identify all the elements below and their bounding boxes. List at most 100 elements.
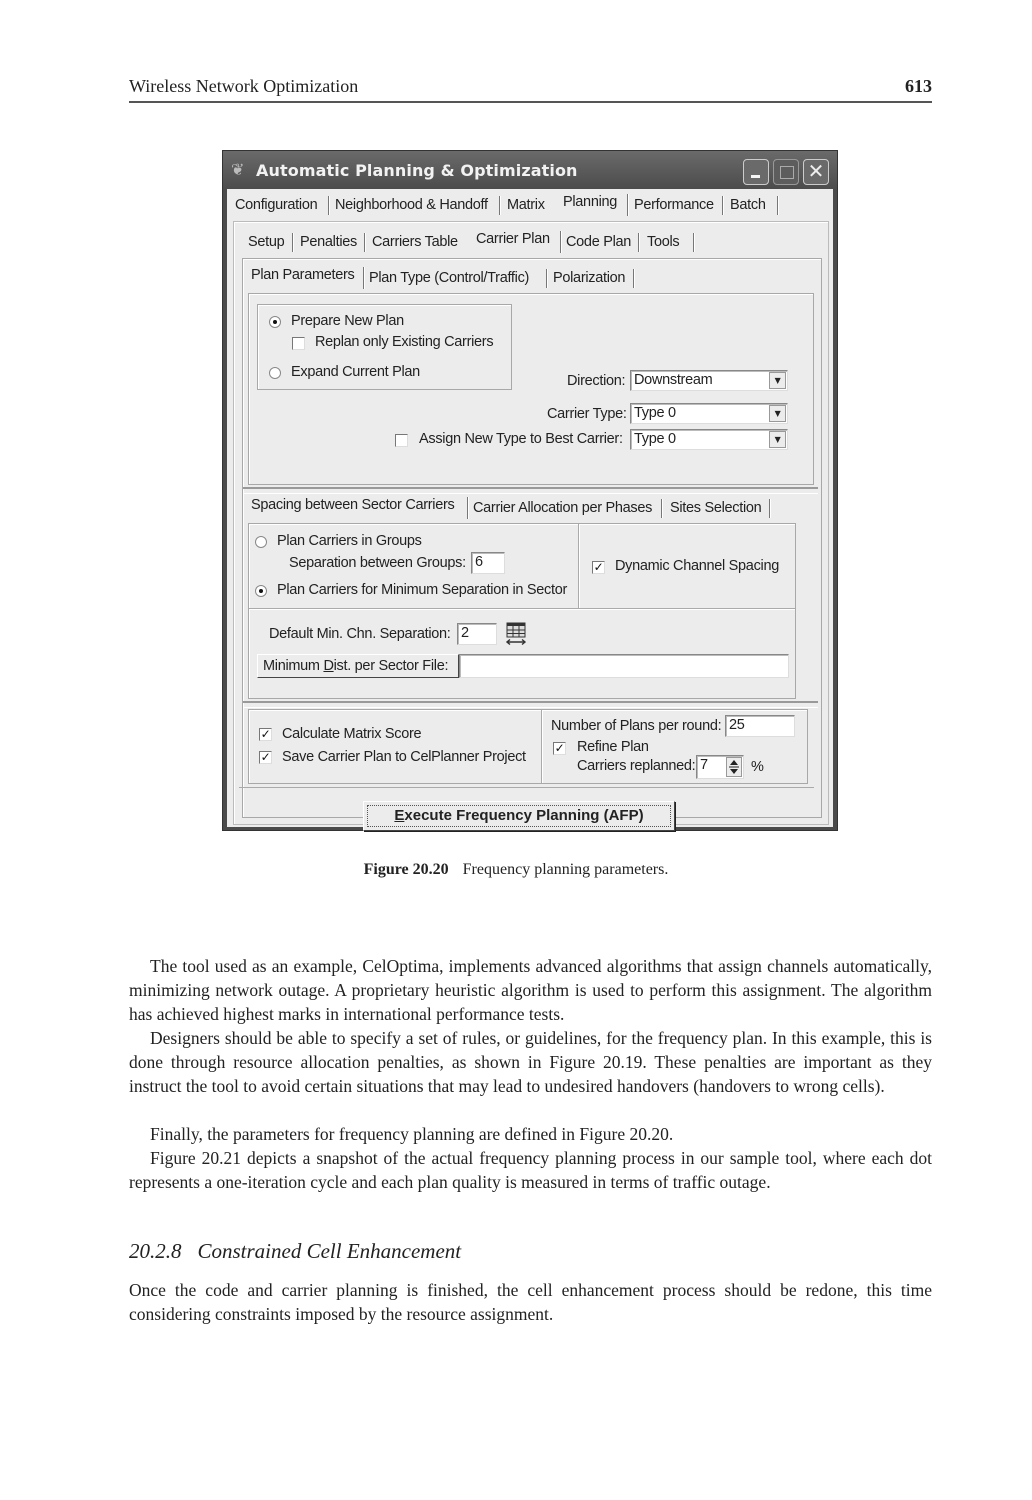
section-number: 20.2.8 — [129, 1239, 182, 1263]
tab-divider — [722, 196, 724, 215]
plan-min-separation-radio[interactable] — [255, 585, 267, 597]
dropdown-arrow-icon[interactable]: ▼ — [769, 372, 786, 389]
carriers-replanned-spinner[interactable]: 7 — [696, 755, 744, 779]
carrier-plan-page: Plan Parameters Plan Type (Control/Traff… — [239, 258, 822, 831]
tab-divider — [328, 196, 330, 215]
subtab-carrier-plan[interactable]: Carrier Plan — [476, 231, 550, 247]
tab-spacing-sector-carriers[interactable]: Spacing between Sector Carriers — [251, 497, 455, 513]
channel-table-icon[interactable] — [505, 622, 527, 646]
assign-new-type-value: Type 0 — [634, 431, 676, 447]
plans-per-round-label: Number of Plans per round: — [551, 718, 722, 734]
dropdown-arrow-icon[interactable]: ▼ — [769, 405, 786, 422]
carrier-type-label: Carrier Type: — [547, 406, 627, 422]
assign-new-type-label: Assign New Type to Best Carrier: — [419, 431, 623, 447]
dynamic-channel-spacing-label: Dynamic Channel Spacing — [615, 558, 779, 574]
minimize-button[interactable] — [743, 159, 769, 185]
carriers-replanned-value: 7 — [700, 757, 708, 773]
execute-frequency-planning-button[interactable]: Execute Frequency Planning (AFP) — [363, 801, 675, 831]
tab-divider — [627, 194, 629, 216]
plans-per-round-input[interactable]: 25 — [725, 715, 795, 737]
tab-planning[interactable]: Planning — [563, 194, 617, 210]
tab-divider — [661, 499, 663, 518]
tab-divider — [769, 499, 771, 518]
min-dist-file-button[interactable]: Minimum Dist. per Sector File: — [257, 654, 459, 678]
separation-groups-input[interactable]: 6 — [471, 552, 505, 574]
plan-mode-group: Prepare New Plan Replan only Existing Ca… — [257, 304, 512, 390]
save-carrier-plan-checkbox[interactable]: ✓ — [259, 751, 272, 764]
direction-value: Downstream — [634, 372, 713, 388]
default-min-separation-input[interactable]: 2 — [457, 623, 497, 645]
tab-divider — [499, 196, 501, 215]
horizontal-divider — [249, 608, 795, 610]
min-dist-file-input[interactable] — [459, 654, 789, 678]
assign-new-type-select[interactable]: Type 0 ▼ — [630, 429, 788, 450]
figure-label: Figure 20.20 — [363, 861, 449, 878]
subtab-carriers-table[interactable]: Carriers Table — [372, 234, 458, 250]
carriers-replanned-label: Carriers replanned: — [577, 758, 696, 774]
header-rule — [129, 101, 932, 103]
tab-plan-parameters[interactable]: Plan Parameters — [251, 267, 355, 283]
refine-plan-label: Refine Plan — [577, 739, 649, 755]
min-dist-file-label: Minimum Dist. per Sector File: — [263, 658, 449, 674]
replan-existing-checkbox[interactable] — [292, 337, 305, 350]
tab-sites-selection[interactable]: Sites Selection — [670, 500, 762, 516]
subtab-penalties[interactable]: Penalties — [300, 234, 357, 250]
section-heading: 20.2.8 Constrained Cell Enhancement — [129, 1239, 461, 1264]
direction-label: Direction: — [567, 373, 626, 389]
minimize-icon — [751, 175, 760, 178]
tab-polarization[interactable]: Polarization — [553, 270, 625, 286]
page-number: 613 — [905, 76, 932, 96]
expand-current-plan-radio[interactable] — [269, 367, 281, 379]
dropdown-arrow-icon[interactable]: ▼ — [769, 431, 786, 448]
subtab-tools[interactable]: Tools — [647, 234, 680, 250]
tab-divider — [363, 267, 365, 289]
plan-parameters-panel: Prepare New Plan Replan only Existing Ca… — [248, 293, 814, 485]
tab-neighborhood-handoff[interactable]: Neighborhood & Handoff — [335, 197, 488, 213]
maximize-button[interactable] — [773, 159, 799, 185]
tab-divider — [364, 233, 366, 252]
main-tab-strip: Configuration Neighborhood & Handoff Mat… — [227, 189, 833, 221]
assign-new-type-checkbox[interactable] — [395, 434, 408, 447]
tab-divider — [693, 233, 695, 252]
figure-caption-text: Frequency planning parameters. — [462, 861, 669, 878]
tab-plan-type[interactable]: Plan Type (Control/Traffic) — [369, 270, 529, 286]
dialog-client-area: Configuration Neighborhood & Handoff Mat… — [227, 189, 833, 831]
window-title: Automatic Planning & Optimization — [256, 161, 578, 180]
separation-groups-label: Separation between Groups: — [289, 555, 466, 571]
spacing-panel: Plan Carriers in Groups Separation betwe… — [248, 523, 796, 699]
spinner-updown-icon[interactable] — [726, 757, 742, 777]
tab-divider — [467, 497, 469, 519]
subtab-setup[interactable]: Setup — [248, 234, 285, 250]
separation-groups-value: 6 — [475, 554, 483, 570]
tab-carrier-allocation-phases[interactable]: Carrier Allocation per Phases — [473, 500, 652, 516]
dynamic-channel-spacing-checkbox[interactable]: ✓ — [592, 561, 605, 574]
tab-divider — [633, 269, 635, 288]
planning-tab-page: Setup Penalties Carriers Table Carrier P… — [233, 221, 829, 831]
tab-divider — [777, 196, 779, 215]
body-paragraph: Designers should be able to specify a se… — [129, 1028, 932, 1096]
body-paragraph: Finally, the parameters for frequency pl… — [150, 1124, 674, 1144]
plan-in-groups-radio[interactable] — [255, 536, 267, 548]
tab-configuration[interactable]: Configuration — [235, 197, 318, 213]
prepare-new-plan-radio[interactable] — [269, 316, 281, 328]
section-title: Constrained Cell Enhancement — [197, 1239, 462, 1263]
calculate-matrix-score-label: Calculate Matrix Score — [282, 726, 422, 742]
calculate-matrix-score-checkbox[interactable]: ✓ — [259, 728, 272, 741]
tab-divider — [292, 233, 294, 252]
tab-divider — [546, 269, 548, 288]
tab-matrix[interactable]: Matrix — [507, 197, 545, 213]
tab-performance[interactable]: Performance — [634, 197, 714, 213]
direction-select[interactable]: Downstream ▼ — [630, 370, 788, 391]
planning-dialog-window: ❦ Automatic Planning & Optimization ✕ Co… — [222, 150, 838, 831]
refine-plan-checkbox[interactable]: ✓ — [553, 742, 566, 755]
carrier-type-value: Type 0 — [634, 405, 676, 421]
figure-caption: Figure 20.20 Frequency planning parameter… — [0, 861, 1032, 879]
tab-batch[interactable]: Batch — [730, 197, 766, 213]
section-divider — [243, 701, 818, 708]
close-button[interactable]: ✕ — [803, 159, 829, 185]
carrier-type-select[interactable]: Type 0 ▼ — [630, 403, 788, 424]
subtab-code-plan[interactable]: Code Plan — [566, 234, 631, 250]
title-bar[interactable]: ❦ Automatic Planning & Optimization ✕ — [223, 151, 837, 189]
vertical-divider — [578, 524, 580, 608]
plans-per-round-value: 25 — [729, 717, 745, 733]
